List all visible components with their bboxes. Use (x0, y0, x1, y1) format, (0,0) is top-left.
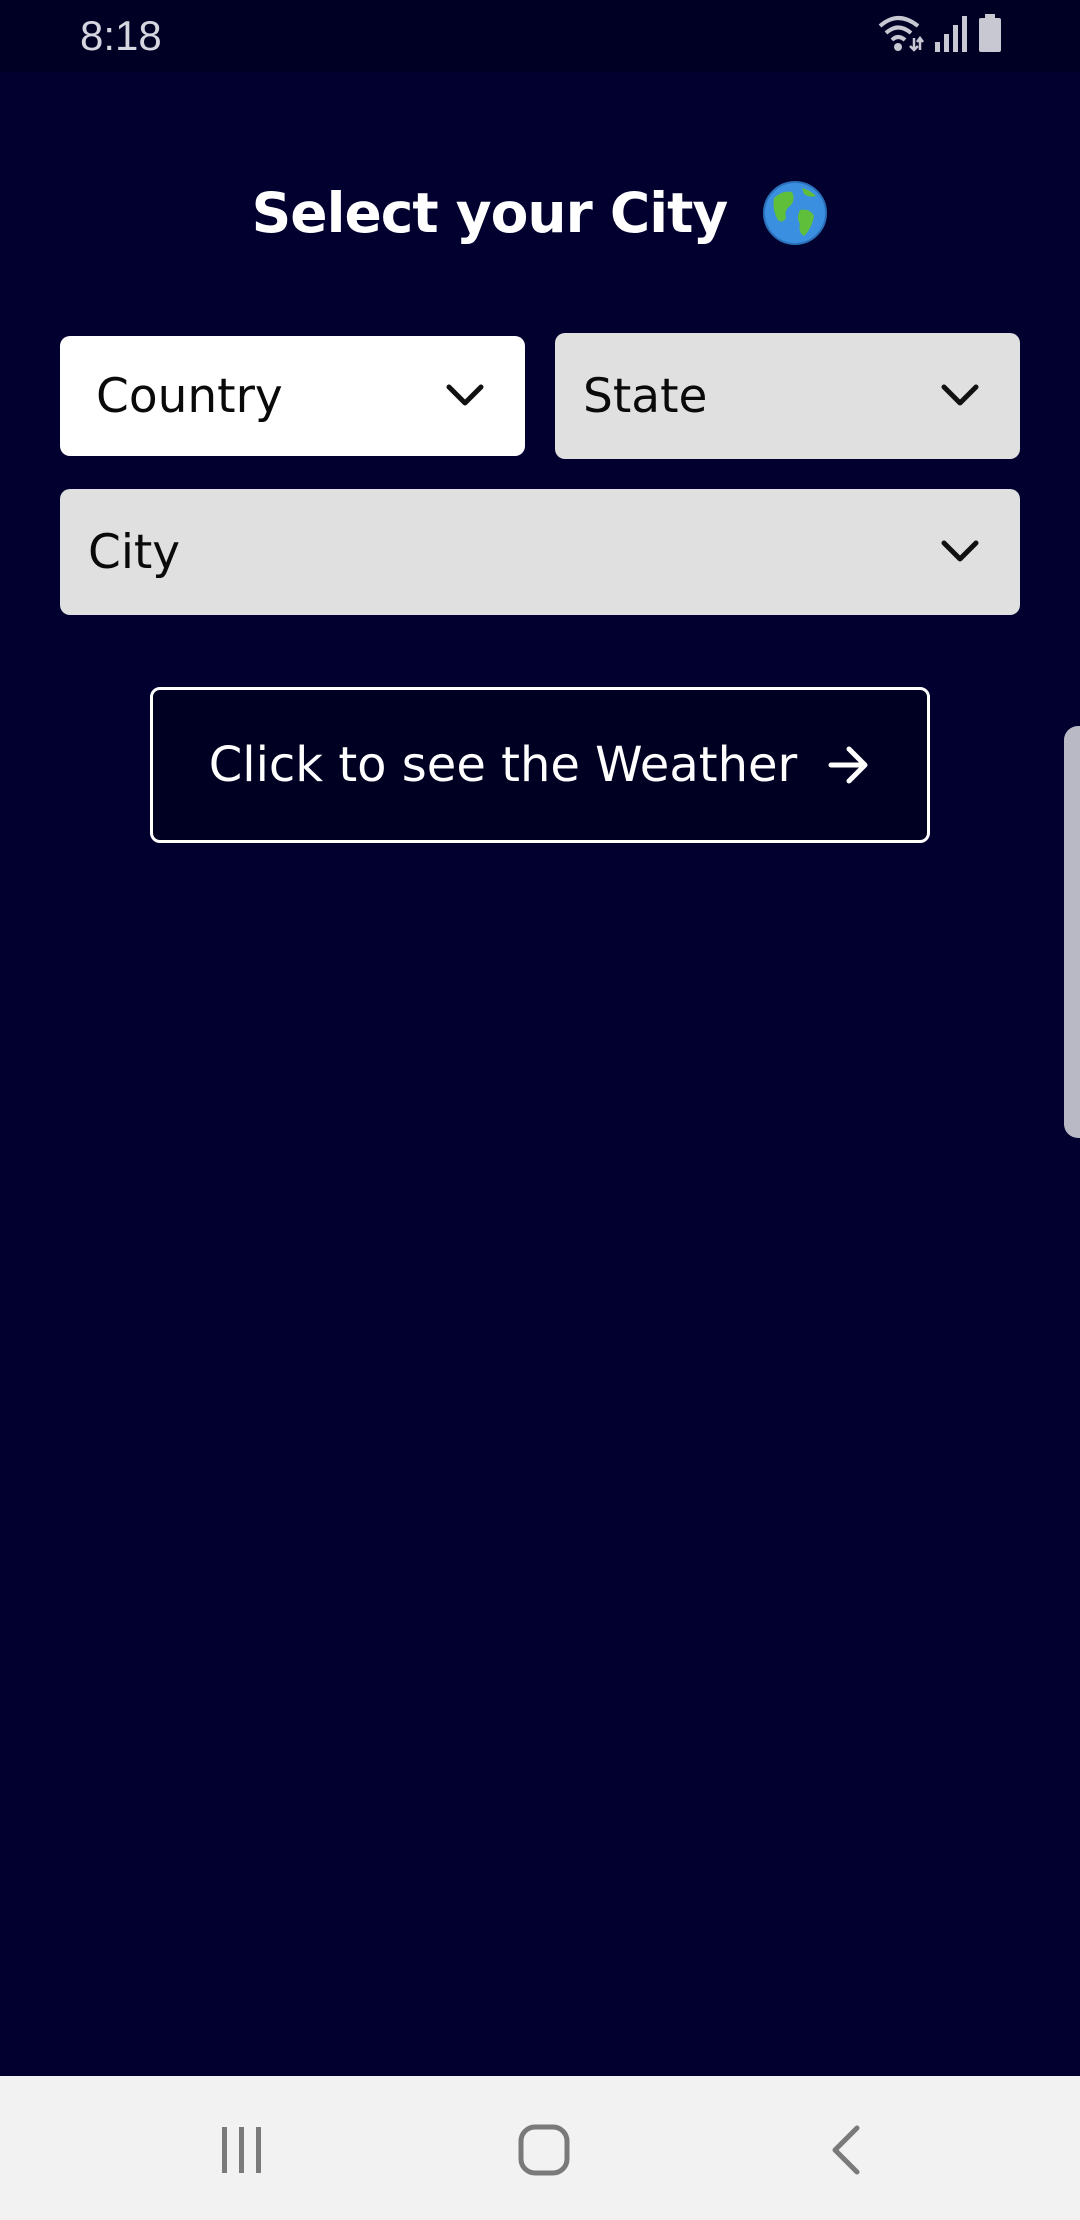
arrow-right-icon (827, 745, 871, 785)
globe-icon (762, 180, 828, 246)
home-button[interactable] (504, 2112, 584, 2192)
page-title-row: Select your City (0, 180, 1080, 260)
state-select-label: State (583, 368, 708, 424)
city-select[interactable]: City (60, 489, 1020, 615)
country-select[interactable]: Country (60, 336, 525, 456)
back-icon (829, 2124, 863, 2180)
weather-app-screen: 8:18 Select your City Country State City… (0, 0, 1080, 2220)
status-time: 8:18 (80, 12, 162, 59)
state-select[interactable]: State (555, 333, 1020, 459)
recents-icon (218, 2125, 266, 2179)
chevron-down-icon (940, 539, 980, 565)
back-button[interactable] (806, 2112, 886, 2192)
status-bar: 8:18 (0, 0, 1080, 72)
chevron-down-icon (445, 383, 485, 409)
status-icons (876, 14, 1002, 56)
wifi-icon (876, 14, 924, 56)
see-weather-button-label: Click to see the Weather (208, 737, 798, 793)
city-select-label: City (88, 524, 181, 580)
recents-button[interactable] (202, 2112, 282, 2192)
battery-icon (978, 14, 1002, 56)
country-select-label: Country (96, 368, 283, 424)
see-weather-button[interactable]: Click to see the Weather (150, 687, 930, 843)
home-icon (518, 2124, 570, 2180)
edge-panel-handle[interactable] (1064, 726, 1080, 1138)
page-title: Select your City (251, 181, 729, 245)
chevron-down-icon (940, 383, 980, 409)
signal-icon (934, 16, 968, 56)
navigation-bar (0, 2076, 1080, 2220)
